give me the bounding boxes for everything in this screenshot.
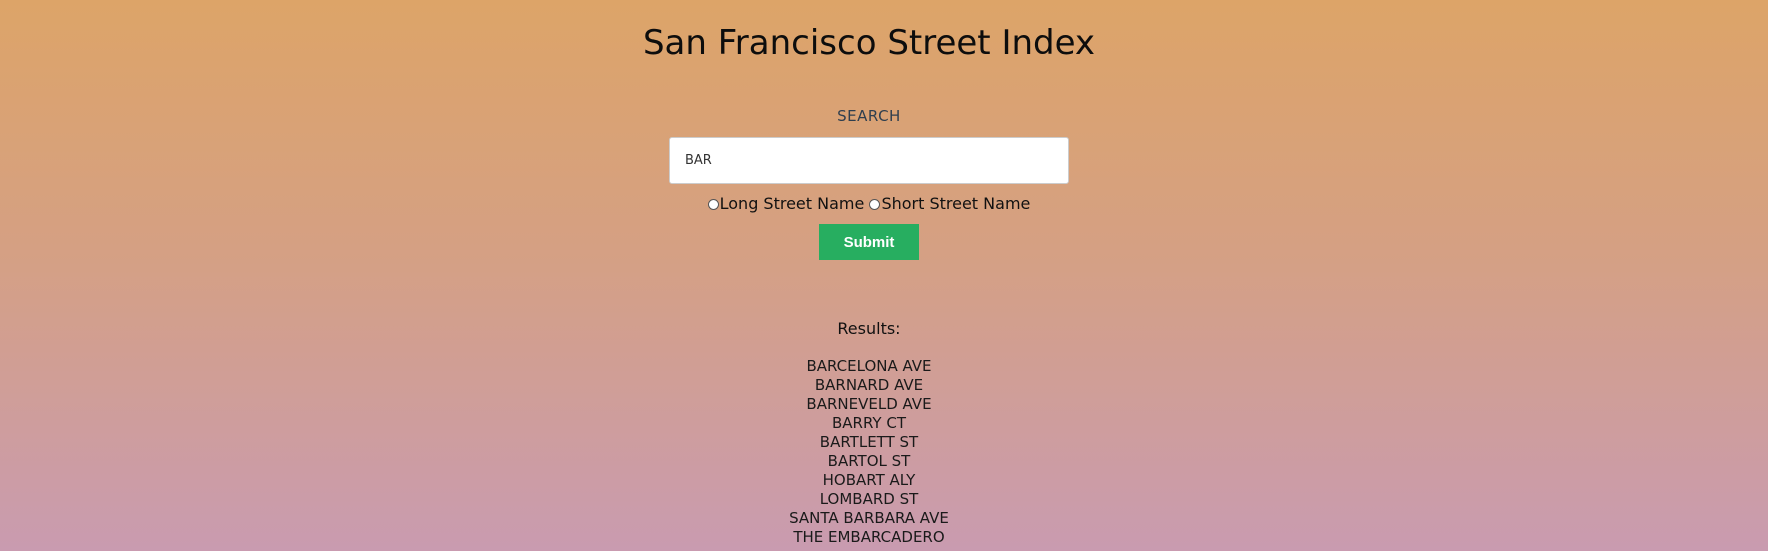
result-item: BARRY CT: [831, 414, 906, 432]
result-item: THE EMBARCADERO: [793, 528, 945, 546]
long-street-name-label[interactable]: Long Street Name: [720, 193, 865, 215]
results-list: BARCELONA AVE BARNARD AVE BARNEVELD AVE …: [0, 357, 1738, 547]
results-heading: Results:: [837, 319, 901, 338]
result-item: BARTOL ST: [827, 452, 911, 470]
result-item: BARCELONA AVE: [806, 357, 932, 375]
short-street-name-option[interactable]: Short Street Name: [869, 193, 1030, 215]
short-street-name-radio[interactable]: [869, 198, 881, 210]
search-input[interactable]: [669, 137, 1069, 184]
page-title: San Francisco Street Index: [642, 22, 1096, 63]
result-item: BARNEVELD AVE: [806, 395, 932, 413]
street-name-options: Long Street Name Short Street Name: [0, 193, 1738, 216]
result-item: LOMBARD ST: [819, 490, 919, 508]
result-item: HOBART ALY: [822, 471, 916, 489]
long-street-name-option[interactable]: Long Street Name: [707, 193, 865, 215]
submit-button[interactable]: Submit: [819, 224, 919, 260]
result-item: BARNARD AVE: [814, 376, 924, 394]
search-label: SEARCH: [837, 107, 901, 125]
result-item: SANTA BARBARA AVE: [789, 509, 949, 527]
result-item: BARTLETT ST: [819, 433, 919, 451]
short-street-name-label[interactable]: Short Street Name: [881, 193, 1030, 215]
long-street-name-radio[interactable]: [707, 198, 719, 210]
